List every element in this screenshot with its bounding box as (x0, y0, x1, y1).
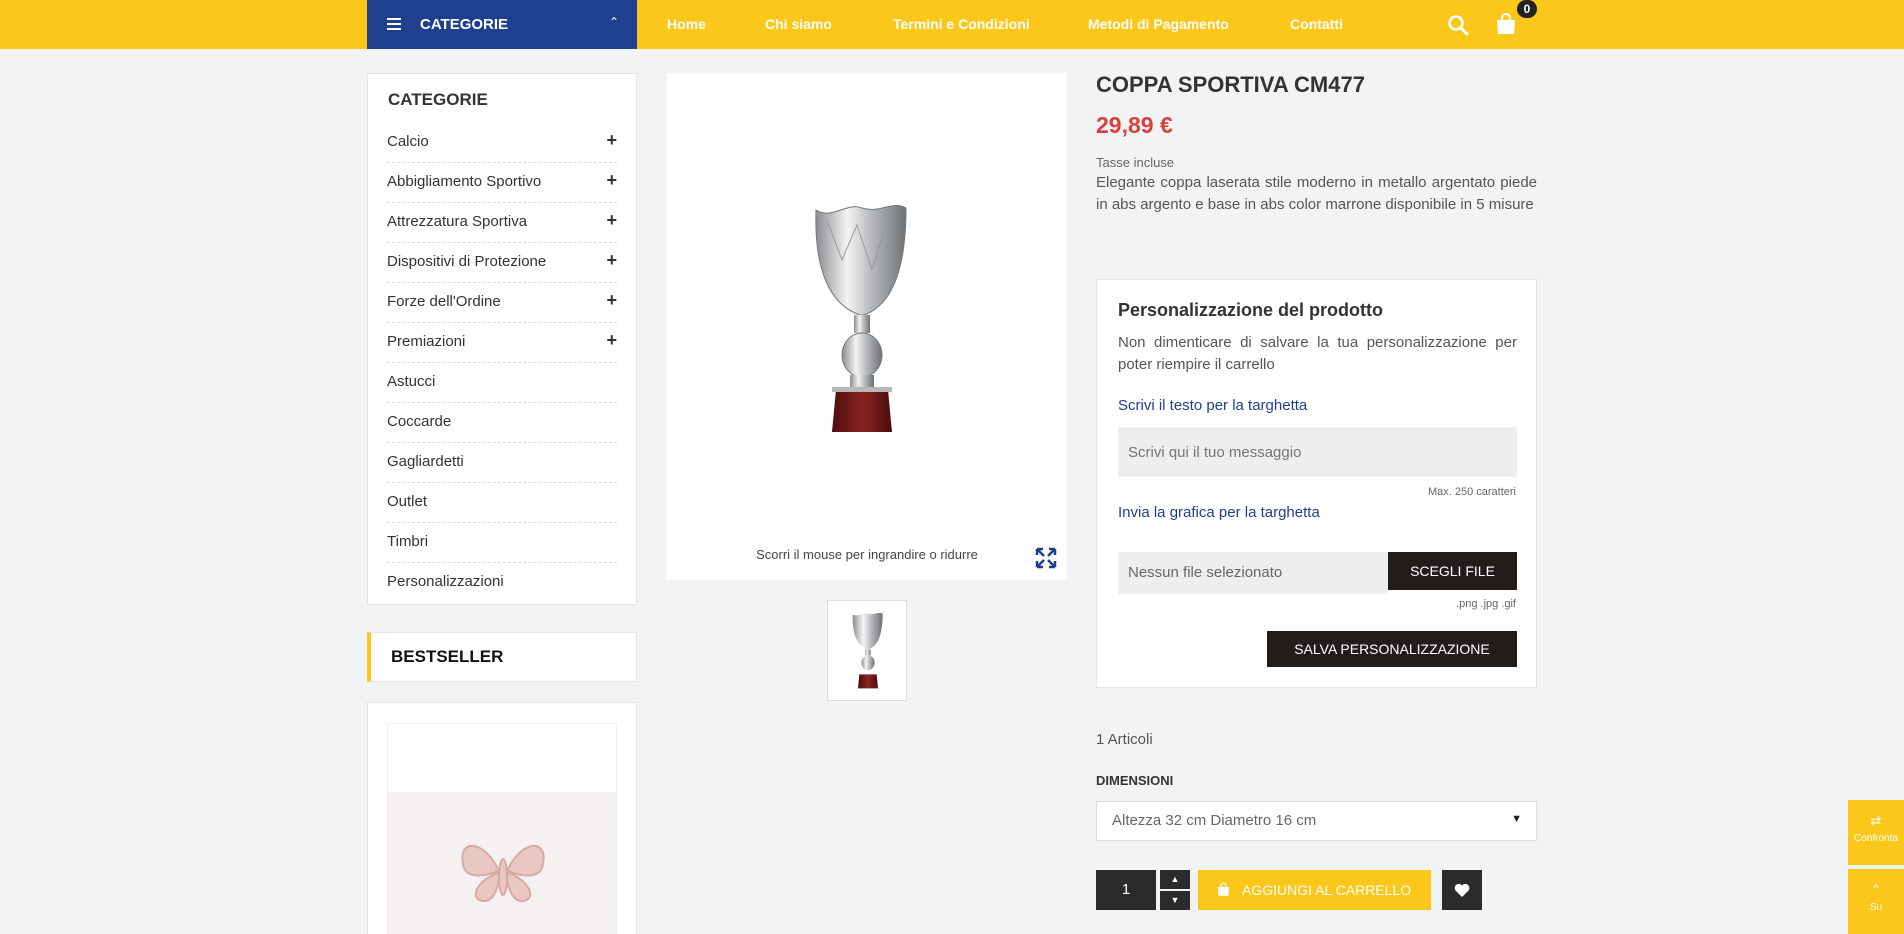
sidebar-category-item[interactable]: Abbigliamento Sportivo + (387, 163, 617, 203)
sidebar-category-item[interactable]: Attrezzatura Sportiva + (387, 203, 617, 243)
file-name-field[interactable]: Nessun file selezionato (1118, 552, 1388, 594)
wishlist-heart-button[interactable] (1442, 870, 1482, 910)
bestseller-product-card[interactable] (367, 702, 637, 934)
add-to-cart-button[interactable]: AGGIUNGI AL CARRELLO (1198, 870, 1431, 910)
product-price: 29,89 € (1096, 112, 1173, 138)
nav-home[interactable]: Home (667, 16, 706, 32)
nav-metodi-pagamento[interactable]: Metodi di Pagamento (1088, 16, 1229, 32)
dimension-selected-value: Altezza 32 cm Diametro 16 cm (1112, 812, 1317, 829)
back-to-top-label: Su (1869, 902, 1883, 913)
heart-icon (1454, 883, 1470, 897)
plus-icon[interactable]: + (606, 250, 617, 271)
categories-menu-button[interactable]: CATEGORIE ⌃ (367, 0, 637, 49)
sidebar-category-item[interactable]: Premiazioni + (387, 323, 617, 363)
add-to-cart-label: AGGIUNGI AL CARRELLO (1242, 882, 1412, 898)
expand-icon[interactable] (1035, 547, 1057, 569)
choose-file-button[interactable]: SCEGLI FILE (1388, 552, 1517, 590)
customization-note: Non dimenticare di salvare la tua person… (1118, 334, 1517, 373)
sidebar-category-label: Outlet (387, 493, 428, 510)
sidebar-category-label: Personalizzazioni (387, 573, 504, 590)
zoom-hint: Scorri il mouse per ingrandire o ridurre (756, 547, 978, 562)
product-thumbnail[interactable] (827, 600, 907, 701)
sidebar-category-label: Calcio (387, 133, 429, 150)
shopping-bag-icon (1217, 882, 1230, 896)
sidebar-category-item[interactable]: Calcio + (387, 123, 617, 163)
allowed-extensions: .png .jpg .gif (1456, 598, 1516, 610)
quantity-increment-button[interactable]: ▲ (1160, 870, 1190, 889)
chevron-up-icon: ⌃ (1870, 882, 1882, 897)
sidebar-category-item[interactable]: Personalizzazioni (387, 563, 617, 603)
sidebar-category-label: Dispositivi di Protezione (387, 253, 547, 270)
sidebar-category-label: Timbri (387, 533, 429, 550)
sidebar-category-item[interactable]: Timbri (387, 523, 617, 563)
sidebar-category-label: Forze dell'Ordine (387, 293, 501, 310)
bestseller-header: BESTSELLER (367, 632, 637, 682)
max-chars-note: Max. 250 caratteri (1427, 486, 1516, 498)
sidebar-category-item[interactable]: Outlet (387, 483, 617, 523)
sidebar-category-label: Premiazioni (387, 333, 466, 350)
customization-panel: Personalizzazione del prodotto Non dimen… (1096, 279, 1537, 688)
compare-icon: ⇄ (1870, 813, 1882, 828)
plus-icon[interactable]: + (606, 330, 617, 351)
tax-info: Tasse incluse (1096, 155, 1175, 170)
sidebar-category-item[interactable]: Astucci (387, 363, 617, 403)
plus-icon[interactable]: + (606, 170, 617, 191)
hamburger-icon (387, 18, 401, 30)
compare-button[interactable]: ⇄ Confronta (1848, 800, 1904, 865)
sidebar-category-label: Abbigliamento Sportivo (387, 173, 542, 190)
categories-menu-label: CATEGORIE (420, 16, 509, 33)
caret-down-icon: ▼ (1511, 813, 1522, 825)
chevron-up-icon: ⌃ (608, 15, 619, 29)
plate-text-label: Scrivi il testo per la targhetta (1118, 397, 1308, 414)
sidebar-category-item[interactable]: Gagliardetti (387, 443, 617, 483)
plus-icon[interactable]: + (606, 130, 617, 151)
nav-termini[interactable]: Termini e Condizioni (893, 16, 1030, 32)
product-description: Elegante coppa laserata stile moderno in… (1096, 174, 1537, 213)
save-customization-button[interactable]: SALVA PERSONALIZZAZIONE (1267, 631, 1517, 667)
bestseller-title: BESTSELLER (391, 647, 504, 666)
sidebar-category-item[interactable]: Dispositivi di Protezione + (387, 243, 617, 283)
sidebar-category-label: Astucci (387, 373, 436, 390)
back-to-top-button[interactable]: ⌃ Su (1848, 869, 1904, 934)
product-main-image[interactable] (802, 200, 922, 440)
quantity-decrement-button[interactable]: ▼ (1160, 891, 1190, 910)
sidebar-category-label: Attrezzatura Sportiva (387, 213, 528, 230)
dimension-select[interactable]: Altezza 32 cm Diametro 16 cm ▼ (1096, 801, 1537, 841)
product-image-panel[interactable]: Scorri il mouse per ingrandire o ridurre (667, 73, 1067, 580)
stock-count: 1 Articoli (1096, 731, 1153, 748)
nav-contatti[interactable]: Contatti (1290, 16, 1343, 32)
nav-chi-siamo[interactable]: Chi siamo (765, 16, 832, 32)
sidebar-category-label: Gagliardetti (387, 453, 464, 470)
dimension-label: DIMENSIONI (1096, 773, 1174, 788)
plus-icon[interactable]: + (606, 210, 617, 231)
cart-count-badge: 0 (1517, 0, 1537, 18)
sidebar-category-item[interactable]: Coccarde (387, 403, 617, 443)
quantity-input[interactable]: 1 (1096, 870, 1156, 910)
plus-icon[interactable]: + (606, 290, 617, 311)
bestseller-product-image[interactable] (387, 723, 617, 934)
plate-graphic-label: Invia la grafica per la targhetta (1118, 504, 1320, 521)
plate-text-input[interactable] (1118, 427, 1517, 477)
product-title: COPPA SPORTIVA CM477 (1096, 72, 1365, 97)
compare-label: Confronta (1854, 833, 1898, 844)
sidebar-category-label: Coccarde (387, 413, 452, 430)
search-icon[interactable] (1447, 14, 1469, 36)
shopping-bag-icon[interactable] (1494, 12, 1518, 36)
sidebar-category-item[interactable]: Forze dell'Ordine + (387, 283, 617, 323)
customization-title: Personalizzazione del prodotto (1118, 300, 1384, 320)
categories-title: CATEGORIE (388, 90, 488, 109)
